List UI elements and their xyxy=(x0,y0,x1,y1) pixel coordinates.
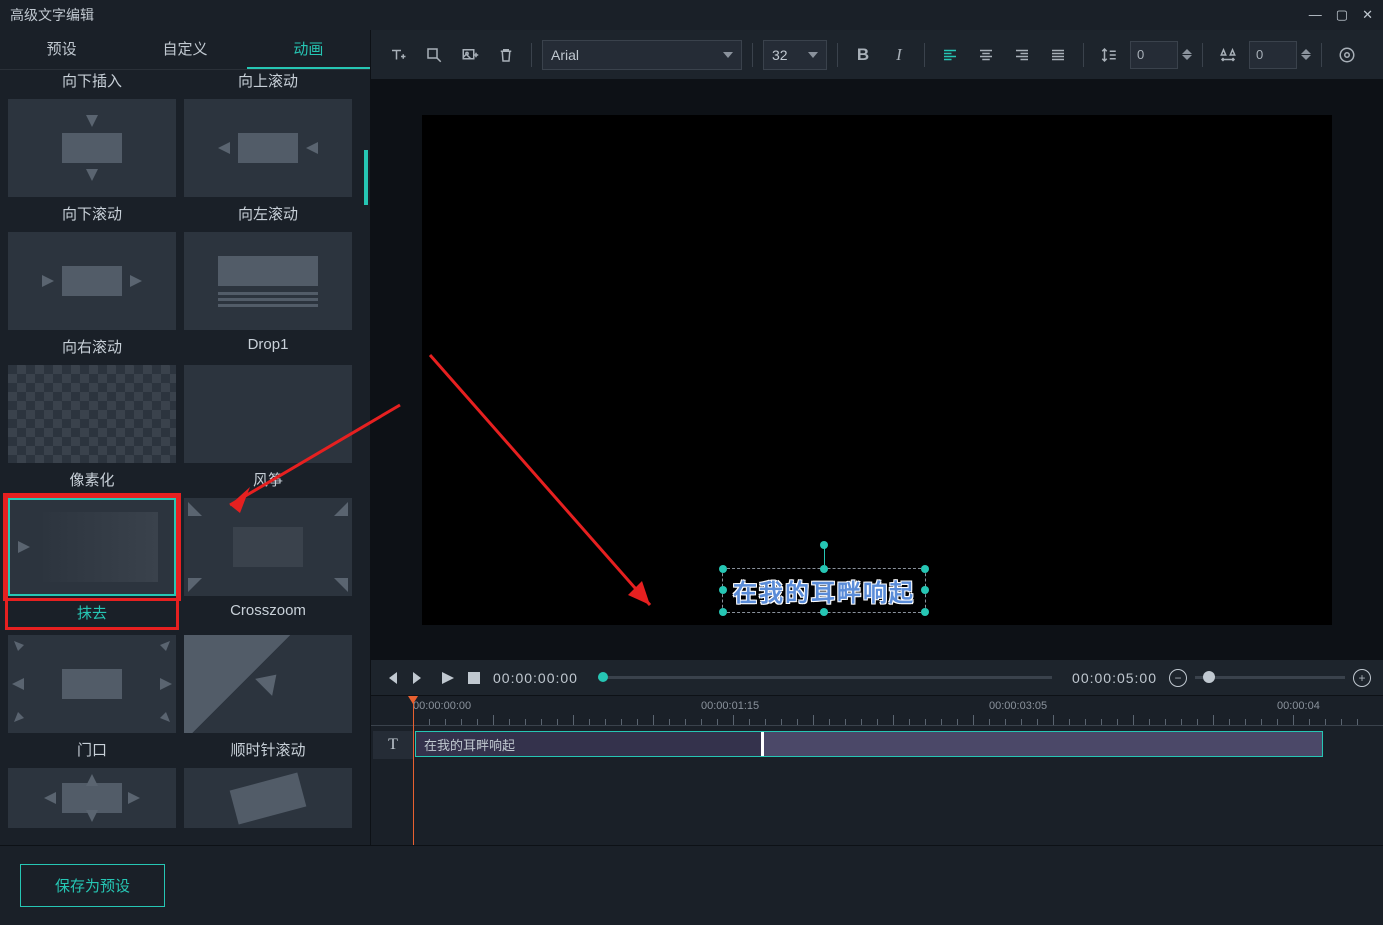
playhead[interactable] xyxy=(413,696,414,845)
text-track: T 在我的耳畔响起 xyxy=(371,730,1383,760)
current-time: 00:00:00:00 xyxy=(493,670,578,686)
maximize-button[interactable]: ▢ xyxy=(1336,7,1348,23)
clip-segment[interactable] xyxy=(761,732,1322,756)
italic-button[interactable]: I xyxy=(884,40,914,70)
align-center-button[interactable] xyxy=(971,40,1001,70)
resize-handle[interactable] xyxy=(719,586,727,594)
stop-button[interactable] xyxy=(467,671,481,685)
chevron-down-icon xyxy=(808,52,818,58)
rotate-handle[interactable] xyxy=(820,541,828,549)
delete-icon[interactable] xyxy=(491,40,521,70)
resize-handle[interactable] xyxy=(820,565,828,573)
zoom-slider[interactable] xyxy=(1195,676,1345,679)
preview-canvas[interactable]: 在我的耳畔响起 xyxy=(422,115,1332,625)
add-text-icon[interactable] xyxy=(383,40,413,70)
anim-tile-crosszoom[interactable]: Crosszoom xyxy=(184,498,352,627)
save-preset-button[interactable]: 保存为预设 xyxy=(20,864,165,907)
left-tabs: 预设 自定义 动画 xyxy=(0,30,370,70)
anim-tile[interactable]: 向上滚动 xyxy=(184,70,352,91)
bottom-bar: 保存为预设 xyxy=(0,845,1383,925)
resize-handle[interactable] xyxy=(820,608,828,616)
font-select[interactable]: Arial xyxy=(542,40,742,70)
anim-tile-scroll-down[interactable]: 向下滚动 xyxy=(8,99,176,224)
next-frame-button[interactable] xyxy=(411,670,427,686)
anim-tile[interactable] xyxy=(184,768,352,828)
anim-tile-wipe[interactable]: 抹去 xyxy=(8,498,176,627)
align-left-button[interactable] xyxy=(935,40,965,70)
window-controls: — ▢ ✕ xyxy=(1309,7,1373,23)
window-title: 高级文字编辑 xyxy=(10,5,94,25)
line-height-input[interactable]: 0 xyxy=(1130,41,1192,69)
tab-preset[interactable]: 预设 xyxy=(0,30,123,69)
line-height-icon xyxy=(1094,40,1124,70)
zoom-in-button[interactable]: + xyxy=(1353,669,1371,687)
tab-custom[interactable]: 自定义 xyxy=(123,30,246,69)
spinner-down[interactable] xyxy=(1182,55,1192,60)
settings-icon[interactable] xyxy=(1332,40,1362,70)
chevron-down-icon xyxy=(723,52,733,58)
selection-tool-icon[interactable] xyxy=(419,40,449,70)
anim-tile-scroll-right[interactable]: 向右滚动 xyxy=(8,232,176,357)
add-image-icon[interactable] xyxy=(455,40,485,70)
timeline-ruler[interactable]: 00:00:00:00 00:00:01:15 00:00:03:05 00:0… xyxy=(371,696,1383,726)
text-element[interactable]: 在我的耳畔响起 xyxy=(722,568,926,613)
font-size-select[interactable]: 32 xyxy=(763,40,827,70)
preview-area[interactable]: 在我的耳畔响起 xyxy=(371,80,1383,659)
scrollbar-thumb[interactable] xyxy=(364,150,368,205)
close-button[interactable]: ✕ xyxy=(1362,7,1373,23)
seek-thumb[interactable] xyxy=(598,672,608,682)
resize-handle[interactable] xyxy=(719,608,727,616)
track-header[interactable]: T xyxy=(373,731,413,759)
minimize-button[interactable]: — xyxy=(1309,7,1322,23)
playback-bar: 00:00:00:00 00:00:05:00 − + xyxy=(371,659,1383,695)
resize-handle[interactable] xyxy=(921,586,929,594)
timeline-clip[interactable]: 在我的耳畔响起 xyxy=(415,731,1323,757)
text-content[interactable]: 在我的耳畔响起 xyxy=(733,573,915,608)
timeline[interactable]: 00:00:00:00 00:00:01:15 00:00:03:05 00:0… xyxy=(371,695,1383,845)
title-bar: 高级文字编辑 — ▢ ✕ xyxy=(0,0,1383,30)
anim-tile-pixelate[interactable]: 像素化 xyxy=(8,365,176,490)
seek-slider[interactable] xyxy=(598,676,1052,679)
duration-time: 00:00:05:00 xyxy=(1072,670,1157,686)
spinner-up[interactable] xyxy=(1301,49,1311,54)
anim-tile-scroll-left[interactable]: 向左滚动 xyxy=(184,99,352,224)
anim-tile-clockwise[interactable]: 顺时针滚动 xyxy=(184,635,352,760)
spinner-down[interactable] xyxy=(1301,55,1311,60)
anim-tile-kite[interactable]: 风筝 xyxy=(184,365,352,490)
resize-handle[interactable] xyxy=(921,565,929,573)
char-spacing-icon xyxy=(1213,40,1243,70)
tab-animation[interactable]: 动画 xyxy=(247,30,370,69)
anim-tile[interactable] xyxy=(8,768,176,828)
resize-handle[interactable] xyxy=(921,608,929,616)
spinner-up[interactable] xyxy=(1182,49,1192,54)
animation-grid-scroll[interactable]: 向下插入 向上滚动 向下滚动 向左滚动 xyxy=(0,70,370,845)
right-panel: Arial 32 B I 0 0 xyxy=(371,30,1383,845)
left-panel: 预设 自定义 动画 向下插入 向上滚动 向下滚动 xyxy=(0,30,371,845)
anim-tile-doorway[interactable]: 门口 xyxy=(8,635,176,760)
bold-button[interactable]: B xyxy=(848,40,878,70)
play-button[interactable] xyxy=(439,670,455,686)
align-justify-button[interactable] xyxy=(1043,40,1073,70)
zoom-out-button[interactable]: − xyxy=(1169,669,1187,687)
anim-tile-drop1[interactable]: Drop1 xyxy=(184,232,352,357)
anim-tile[interactable]: 向下插入 xyxy=(8,70,176,91)
text-toolbar: Arial 32 B I 0 0 xyxy=(371,30,1383,80)
char-spacing-input[interactable]: 0 xyxy=(1249,41,1311,69)
align-right-button[interactable] xyxy=(1007,40,1037,70)
clip-label: 在我的耳畔响起 xyxy=(416,732,761,756)
resize-handle[interactable] xyxy=(719,565,727,573)
zoom-thumb[interactable] xyxy=(1203,671,1215,683)
prev-frame-button[interactable] xyxy=(383,670,399,686)
